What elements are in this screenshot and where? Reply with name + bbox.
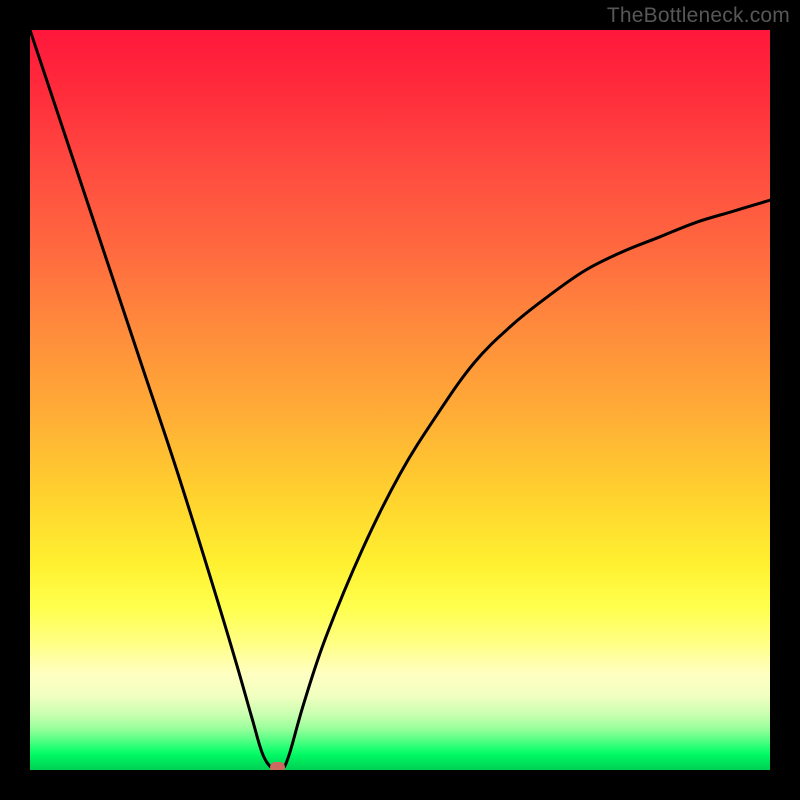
watermark-text: TheBottleneck.com (607, 4, 790, 28)
optimum-marker (270, 762, 285, 770)
curve-svg (30, 30, 770, 770)
bottleneck-curve (30, 30, 770, 770)
chart-frame: TheBottleneck.com (0, 0, 800, 800)
plot-area (30, 30, 770, 770)
